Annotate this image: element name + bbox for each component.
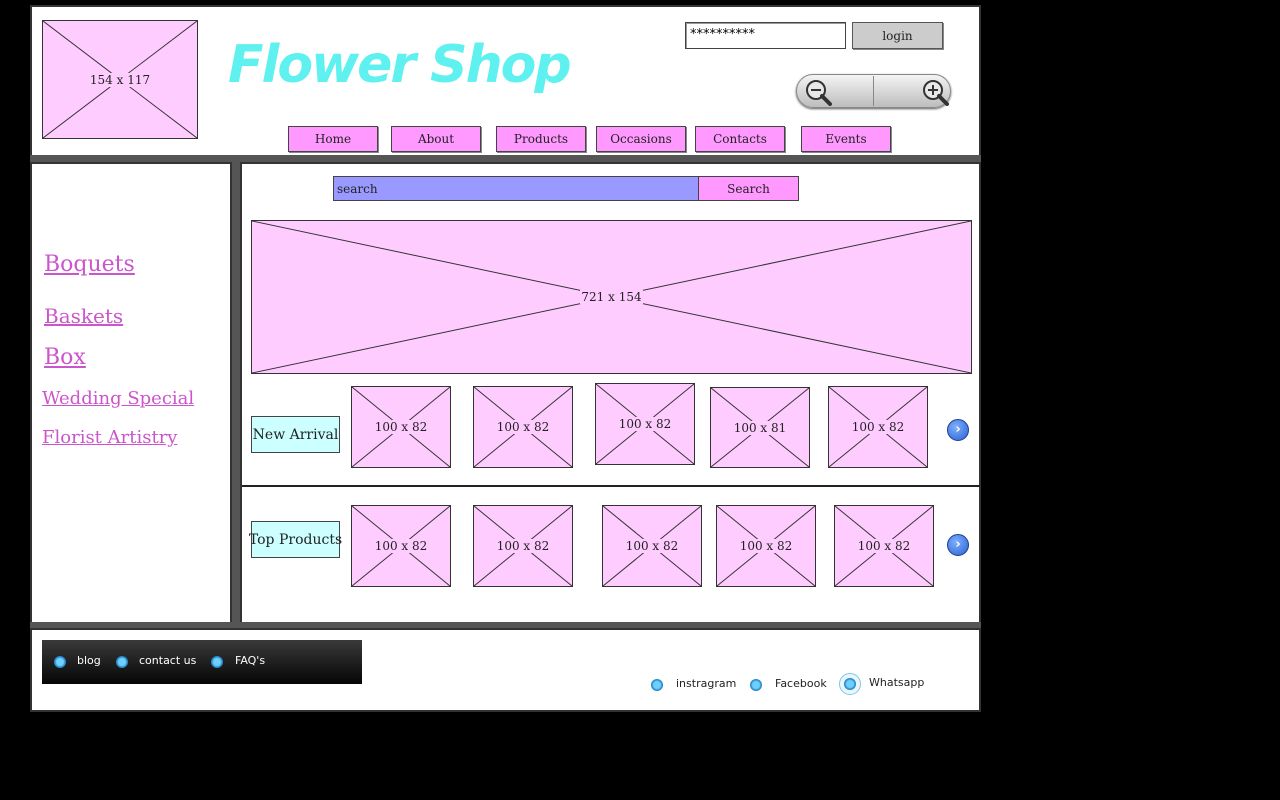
nav-about-button[interactable]: About <box>391 126 481 152</box>
new-arrival-next-arrow-icon[interactable]: › <box>947 419 969 441</box>
nav-products-button[interactable]: Products <box>496 126 586 152</box>
new-arrival-item[interactable]: 100 x 82 <box>473 386 573 468</box>
zoom-divider <box>873 76 874 106</box>
nav-home-button[interactable]: Home <box>288 126 378 152</box>
zoom-out-icon <box>806 80 832 106</box>
search-button[interactable]: Search <box>698 176 799 201</box>
sidebar-gap <box>232 162 240 624</box>
new-arrival-item[interactable]: 100 x 81 <box>710 387 810 468</box>
new-arrival-item[interactable]: 100 x 82 <box>595 383 695 465</box>
top-product-item-label: 100 x 82 <box>495 539 551 553</box>
password-value: ********** <box>690 27 755 42</box>
footer-link-blog[interactable]: blog <box>77 654 101 667</box>
top-product-item[interactable]: 100 x 82 <box>473 505 573 587</box>
top-product-item[interactable]: 100 x 82 <box>834 505 934 587</box>
new-arrival-item-label: 100 x 82 <box>617 417 673 431</box>
new-arrival-item-label: 100 x 82 <box>373 420 429 434</box>
footer-link-faqs[interactable]: FAQ's <box>235 654 265 667</box>
top-product-item[interactable]: 100 x 82 <box>602 505 702 587</box>
top-product-item-label: 100 x 82 <box>373 539 429 553</box>
zoom-out-button[interactable] <box>804 78 834 106</box>
top-product-item-label: 100 x 82 <box>624 539 680 553</box>
new-arrival-item-label: 100 x 81 <box>732 420 788 435</box>
password-input[interactable]: ********** <box>685 22 846 49</box>
top-products-label: Top Products <box>249 521 342 558</box>
social-instagram[interactable]: instragram <box>676 677 736 690</box>
sidebar-link-florist-artistry[interactable]: Florist Artistry <box>42 427 177 448</box>
top-product-item-label: 100 x 82 <box>856 539 912 553</box>
sidebar-link-box[interactable]: Box <box>44 345 86 370</box>
faqs-bullet-icon <box>211 656 223 668</box>
top-product-item-label: 100 x 82 <box>738 539 794 553</box>
facebook-radio-icon[interactable] <box>750 679 762 691</box>
search-input[interactable]: search <box>333 176 699 201</box>
new-arrival-item-label: 100 x 82 <box>850 420 906 434</box>
nav-events-button[interactable]: Events <box>801 126 891 152</box>
social-whatsapp[interactable]: Whatsapp <box>869 676 924 689</box>
social-facebook[interactable]: Facebook <box>775 677 827 690</box>
logo-placeholder-label: 154 x 117 <box>88 72 152 87</box>
top-product-item[interactable]: 100 x 82 <box>351 505 451 587</box>
login-button[interactable]: login <box>852 22 943 49</box>
top-products-next-arrow-icon[interactable]: › <box>947 534 969 556</box>
zoom-in-button[interactable] <box>920 78 950 106</box>
sidebar-link-baskets[interactable]: Baskets <box>44 304 123 328</box>
nav-occasions-button[interactable]: Occasions <box>596 126 686 152</box>
nav-contacts-button[interactable]: Contacts <box>695 126 785 152</box>
new-arrival-item[interactable]: 100 x 82 <box>828 386 928 468</box>
sidebar-link-boquets[interactable]: Boquets <box>44 252 135 277</box>
contact-us-bullet-icon <box>116 656 128 668</box>
logo-placeholder: 154 x 117 <box>42 20 198 139</box>
banner-placeholder: 721 x 154 <box>251 220 972 374</box>
new-arrival-item-label: 100 x 82 <box>495 420 551 434</box>
section-divider <box>242 485 980 487</box>
new-arrival-label: New Arrival <box>251 416 340 453</box>
site-title: Flower Shop <box>228 35 572 95</box>
instagram-radio-icon[interactable] <box>651 679 663 691</box>
sidebar-link-wedding-special[interactable]: Wedding Special <box>42 388 194 409</box>
whatsapp-radio-icon[interactable] <box>844 678 856 690</box>
search-input-value: search <box>337 182 378 196</box>
footer-link-contact-us[interactable]: contact us <box>139 654 196 667</box>
zoom-in-icon <box>923 80 949 106</box>
banner-placeholder-label: 721 x 154 <box>580 290 643 304</box>
blog-bullet-icon <box>54 656 66 668</box>
new-arrival-item[interactable]: 100 x 82 <box>351 386 451 468</box>
top-product-item[interactable]: 100 x 82 <box>716 505 816 587</box>
